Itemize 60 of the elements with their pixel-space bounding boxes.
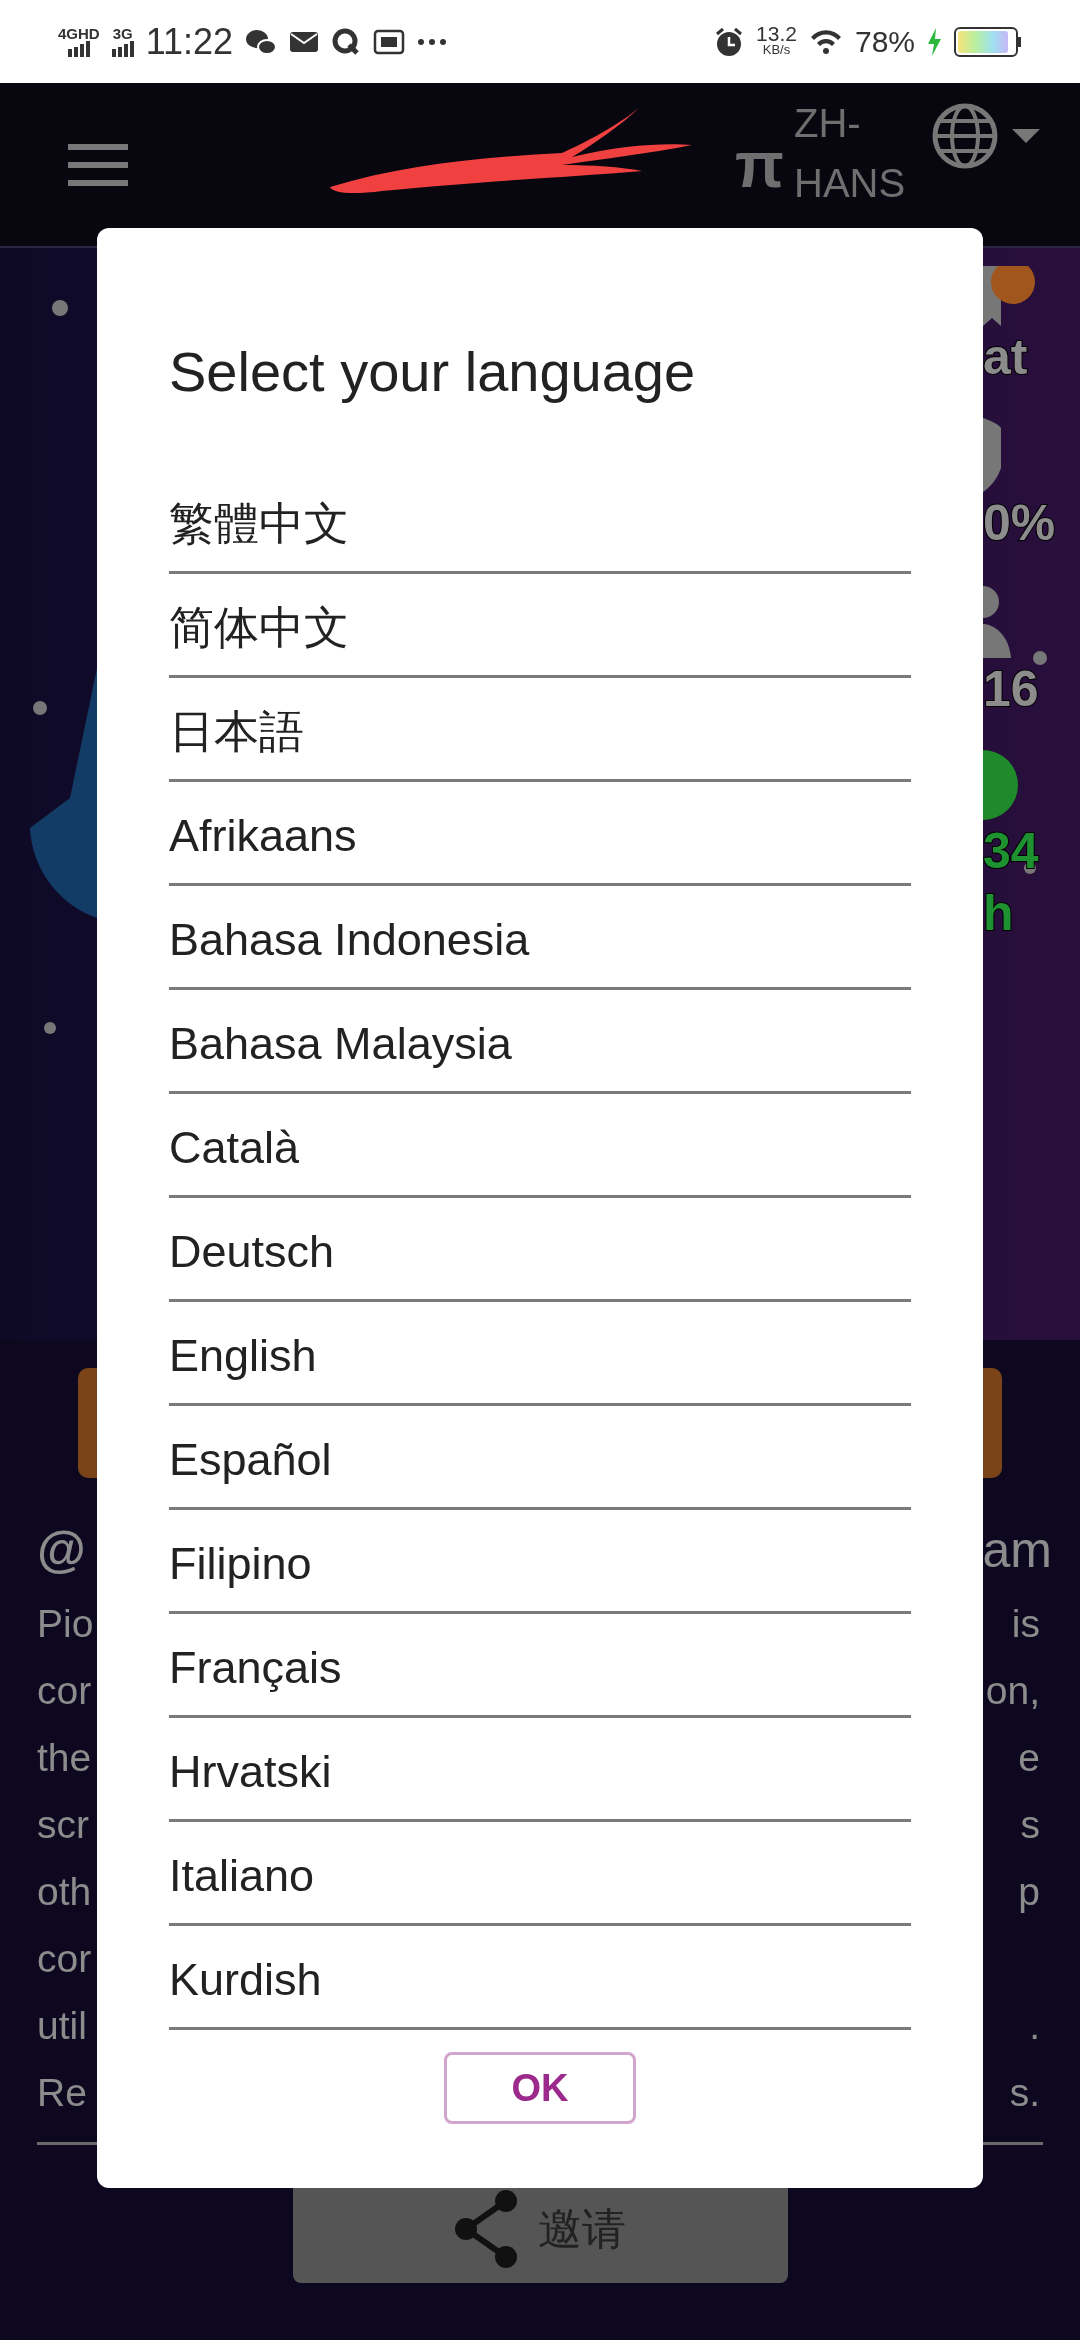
- video-app-icon: [373, 27, 406, 56]
- signal-icon: [111, 41, 134, 57]
- language-option[interactable]: English: [169, 1302, 911, 1406]
- paragraph-fragment: cor: [37, 1936, 92, 1982]
- language-option[interactable]: 繁體中文: [169, 470, 911, 574]
- dialog-title: Select your language: [169, 339, 697, 405]
- paragraph-fragment: scr: [37, 1802, 89, 1848]
- battery-percent: 78%: [854, 24, 915, 59]
- paragraph-fragment: is: [1011, 1601, 1040, 1647]
- signal-icon: [67, 41, 90, 57]
- paragraph-fragment: p: [1018, 1869, 1040, 1915]
- paragraph-fragment: cor: [37, 1668, 92, 1714]
- stat-value: 16: [983, 660, 1039, 719]
- network-label: 3G: [112, 26, 133, 41]
- paragraph-fragment: the: [37, 1735, 92, 1781]
- more-icon: [417, 37, 448, 46]
- username: am: [982, 1521, 1052, 1580]
- network-speed: 13.2: [756, 25, 797, 42]
- alarm-icon: [714, 26, 745, 57]
- shield-icon: [983, 418, 1001, 492]
- clock-time: 11:22: [145, 20, 234, 63]
- paragraph-fragment: s: [1020, 1802, 1040, 1848]
- language-option[interactable]: Filipino: [169, 1510, 911, 1614]
- ok-button[interactable]: OK: [444, 2052, 636, 2124]
- stat-unit: h: [983, 884, 1014, 943]
- paragraph-fragment: Re: [37, 2070, 87, 2116]
- paragraph-fragment: util: [37, 2003, 87, 2049]
- rate-icon: [983, 750, 1018, 820]
- language-option[interactable]: Español: [169, 1406, 911, 1510]
- language-option[interactable]: Hrvatski: [169, 1718, 911, 1822]
- language-option[interactable]: Afrikaans: [169, 782, 911, 886]
- currency-symbol: π: [735, 127, 784, 202]
- language-option[interactable]: 简体中文: [169, 574, 911, 678]
- language-option[interactable]: Català: [169, 1094, 911, 1198]
- caret-icon[interactable]: [1012, 129, 1040, 143]
- battery-icon: [954, 26, 1022, 57]
- globe-icon[interactable]: [932, 103, 998, 169]
- speed-unit: KB/s: [762, 41, 791, 58]
- share-icon: [454, 2189, 518, 2269]
- username: @: [37, 1521, 86, 1580]
- language-option[interactable]: Français: [169, 1614, 911, 1718]
- paragraph-fragment: e: [1018, 1735, 1040, 1781]
- language-code: ZH-HANS: [794, 100, 904, 207]
- paragraph-fragment: .: [1029, 2003, 1040, 2049]
- menu-icon[interactable]: [68, 143, 128, 186]
- language-option[interactable]: Bahasa Malaysia: [169, 990, 911, 1094]
- paragraph-fragment: oth: [37, 1869, 92, 1915]
- stat-value: 34: [983, 822, 1039, 881]
- stat-value: at: [983, 328, 1028, 387]
- paragraph-fragment: on,: [985, 1668, 1040, 1714]
- language-option[interactable]: Bahasa Indonesia: [169, 886, 911, 990]
- paragraph-fragment: s.: [1009, 2070, 1040, 2116]
- person-icon: [983, 584, 1011, 658]
- language-option[interactable]: 日本語: [169, 678, 911, 782]
- language-option[interactable]: Italiano: [169, 1822, 911, 1926]
- stat-value: 0%: [983, 494, 1056, 553]
- language-option[interactable]: Kurdish: [169, 1926, 911, 2030]
- network-label: 4GHD: [58, 26, 100, 41]
- paragraph-fragment: Pio: [37, 1601, 94, 1647]
- language-option[interactable]: Deutsch: [169, 1198, 911, 1302]
